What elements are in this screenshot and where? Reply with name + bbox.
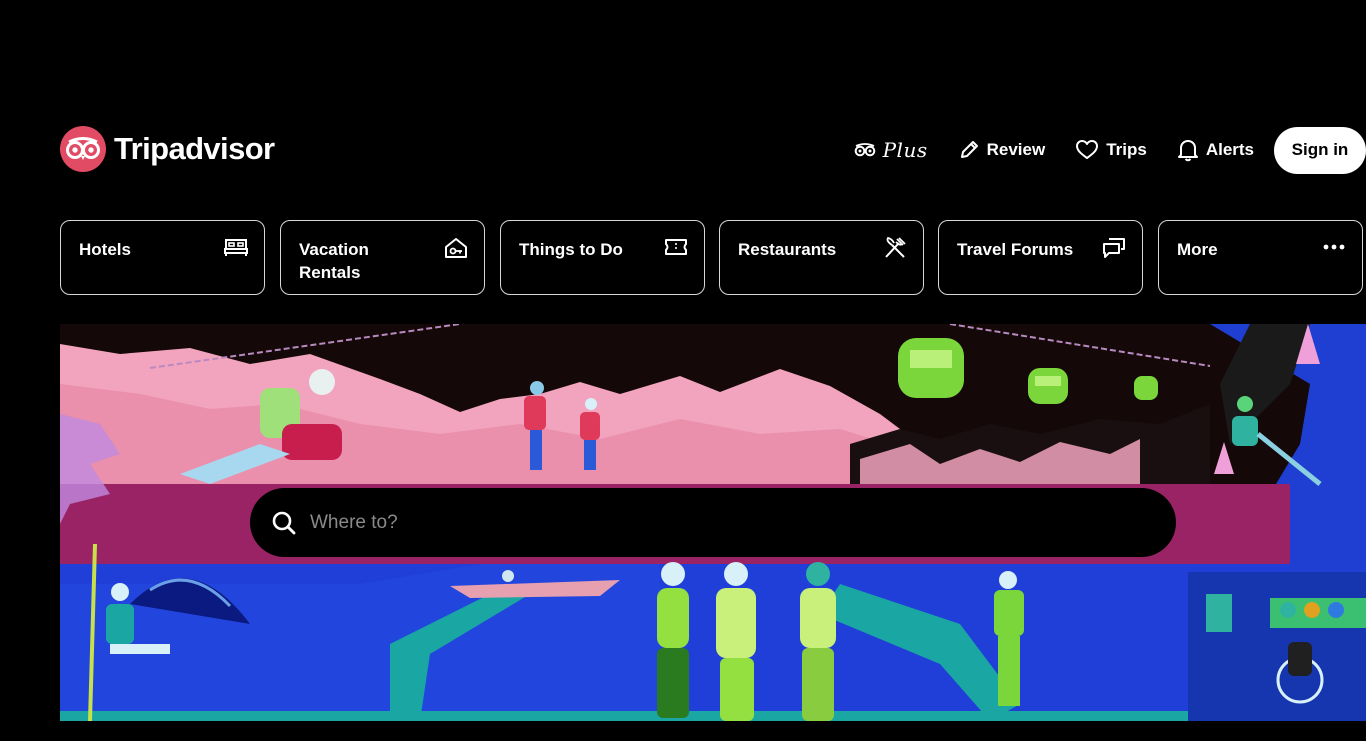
category-more[interactable]: More xyxy=(1158,220,1363,295)
top-navigation: Plus Review Trips Alerts Sign in xyxy=(824,126,1366,174)
category-label: Things to Do xyxy=(519,240,623,259)
sign-in-button[interactable]: Sign in xyxy=(1274,126,1366,174)
review-link[interactable]: Review xyxy=(958,139,1046,161)
house-key-icon xyxy=(444,237,468,264)
ellipsis-icon xyxy=(1322,237,1346,262)
search-icon xyxy=(271,510,297,536)
category-label: Travel Forums xyxy=(957,240,1074,259)
chat-bubbles-icon xyxy=(1102,237,1126,264)
brand-name: Tripadvisor xyxy=(114,131,275,166)
search-input[interactable] xyxy=(308,510,1132,535)
plus-link[interactable]: Plus xyxy=(854,138,928,162)
pencil-icon xyxy=(958,139,980,161)
bell-icon xyxy=(1177,138,1199,162)
category-vacation-rentals[interactable]: Vacation Rentals xyxy=(280,220,485,295)
alerts-label: Alerts xyxy=(1205,140,1254,159)
owl-eyes-icon xyxy=(854,143,876,157)
category-travel-forums[interactable]: Travel Forums xyxy=(938,220,1143,295)
review-label: Review xyxy=(986,140,1046,159)
category-label: Restaurants xyxy=(738,240,837,259)
category-hotels[interactable]: Hotels xyxy=(60,220,265,295)
category-tabs: Hotels Vacation Rentals Things to Do Res… xyxy=(60,220,1366,298)
bed-icon xyxy=(224,237,248,262)
alerts-link[interactable]: Alerts xyxy=(1177,138,1254,162)
trips-link[interactable]: Trips xyxy=(1075,139,1147,161)
category-restaurants[interactable]: Restaurants xyxy=(719,220,924,295)
category-label: Vacation Rentals xyxy=(299,240,369,282)
tripadvisor-logo[interactable]: Tripadvisor xyxy=(60,126,275,172)
ticket-icon xyxy=(664,237,688,262)
category-label: Hotels xyxy=(79,240,131,259)
page-header: Tripadvisor Plus Review Trips Alerts Sig… xyxy=(0,0,1366,741)
heart-icon xyxy=(1075,139,1099,161)
trips-label: Trips xyxy=(1106,140,1147,159)
category-label: More xyxy=(1177,240,1218,259)
plus-label: Plus xyxy=(882,138,928,162)
fork-knife-icon xyxy=(883,236,907,264)
search-bar[interactable] xyxy=(250,488,1176,557)
category-things-to-do[interactable]: Things to Do xyxy=(500,220,705,295)
owl-logo-icon xyxy=(60,126,106,172)
